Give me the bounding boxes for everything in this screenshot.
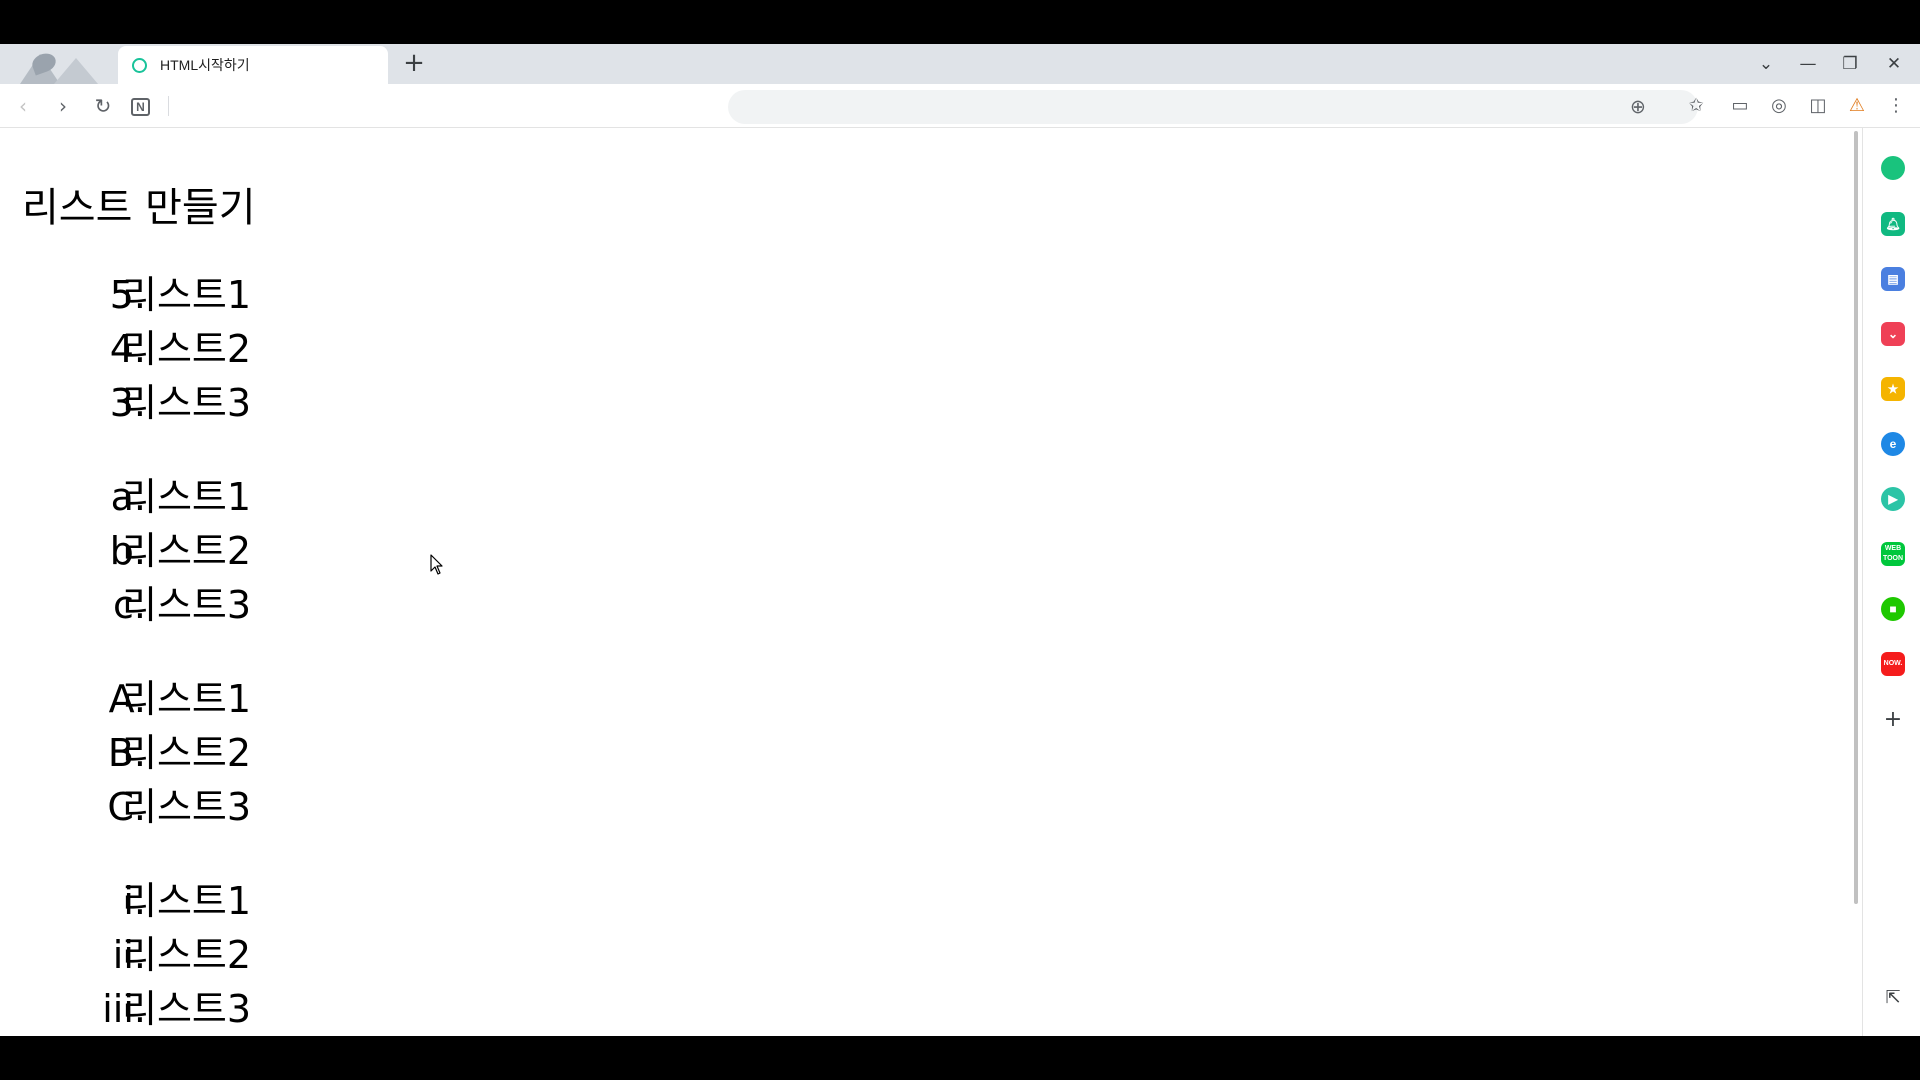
list-item-text: 리스트1	[122, 475, 252, 519]
favorites-star-icon[interactable]: ✩	[1680, 92, 1712, 120]
ordered-list-reversed: 5. 리스트1 4. 리스트2 3. 리스트3	[40, 268, 300, 430]
list-item-text: 리스트1	[122, 879, 252, 923]
ordered-list-lower-alpha: a. 리스트1 b. 리스트2 c. 리스트3	[40, 470, 300, 632]
screenshot-icon[interactable]: ◎	[1763, 92, 1795, 120]
restore-icon[interactable]: ❐	[1834, 50, 1866, 78]
video-capture-icon[interactable]: ▭	[1724, 92, 1756, 120]
naver-green-circle-icon[interactable]	[1881, 156, 1905, 180]
list-item-text: 리스트1	[122, 677, 252, 721]
forward-arrow-icon[interactable]: ›	[48, 92, 78, 120]
toolbar: ‹ › ↻ N ⊕ ✩ ▭ ◎ ◫ ⚠ ⋮	[0, 84, 1920, 128]
reload-icon[interactable]: ↻	[88, 92, 118, 120]
list-item: 3. 리스트3	[40, 376, 300, 430]
tab-title: HTML시작하기	[160, 57, 250, 73]
mouse-pointer-icon	[430, 554, 443, 575]
browser-theme-art	[0, 44, 116, 84]
list-item: A. 리스트1	[40, 672, 300, 726]
briefcase-app-icon[interactable]: ▤	[1881, 267, 1905, 291]
tab-strip: HTML시작하기 + ⌄ — ❐ ✕	[0, 44, 1920, 84]
back-arrow-icon[interactable]: ‹	[8, 92, 38, 120]
tab-search-chevron-down-icon[interactable]: ⌄	[1750, 50, 1782, 78]
zoom-icon[interactable]: ⊕	[1621, 90, 1655, 124]
tab-html-start[interactable]: HTML시작하기	[118, 46, 388, 84]
new-tab-button[interactable]: +	[398, 48, 430, 80]
list-item-text: 리스트1	[122, 273, 252, 317]
side-panel: 🔔︎ ▤ ⌄ ★ e ▶ WEB TOON ■ NOW. + ⇱	[1862, 128, 1920, 1036]
ordered-list-lower-roman: i. 리스트1 ii. 리스트2 iii. 리스트3	[40, 874, 300, 1036]
bell-app-icon[interactable]: 🔔︎	[1881, 212, 1905, 236]
webtoon-app-icon[interactable]: WEB TOON	[1881, 542, 1905, 566]
scrollbar[interactable]	[1852, 131, 1860, 904]
list-item: C. 리스트3	[40, 780, 300, 834]
list-item-text: 리스트3	[122, 381, 252, 425]
list-item-text: 리스트2	[122, 529, 252, 573]
warning-icon[interactable]: ⚠	[1841, 92, 1873, 120]
address-bar[interactable]: ⊕	[728, 90, 1698, 124]
close-icon[interactable]: ✕	[1878, 50, 1910, 78]
square-app-icon[interactable]: ■	[1881, 597, 1905, 621]
external-link-icon[interactable]: ⇱	[1881, 986, 1905, 1010]
pocket-app-icon[interactable]: ⌄	[1881, 322, 1905, 346]
menu-more-icon[interactable]: ⋮	[1880, 92, 1912, 120]
toolbar-divider	[168, 96, 169, 116]
list-item-text: 리스트2	[122, 933, 252, 977]
list-item: c. 리스트3	[40, 578, 300, 632]
browser-window: HTML시작하기 + ⌄ — ❐ ✕ ‹ › ↻ N ⊕ ✩ ▭ ◎ ◫ ⚠ ⋮…	[0, 44, 1920, 1036]
letterbox-top	[0, 0, 1920, 44]
list-item-text: 리스트2	[122, 327, 252, 371]
list-item: b. 리스트2	[40, 524, 300, 578]
list-item-text: 리스트3	[122, 583, 252, 627]
split-view-icon[interactable]: ◫	[1802, 92, 1834, 120]
minimize-icon[interactable]: —	[1792, 50, 1824, 78]
list-item: i. 리스트1	[40, 874, 300, 928]
list-item: iii. 리스트3	[40, 982, 300, 1036]
list-item: a. 리스트1	[40, 470, 300, 524]
now-app-icon[interactable]: NOW.	[1881, 652, 1905, 676]
tab-favicon-icon	[132, 58, 147, 73]
scrollbar-thumb[interactable]	[1854, 131, 1858, 904]
letterbox-bottom	[0, 1036, 1920, 1080]
edge-app-icon[interactable]: e	[1881, 432, 1905, 456]
list-item-text: 리스트2	[122, 731, 252, 775]
list-item-text: 리스트3	[122, 987, 252, 1031]
list-item: ii. 리스트2	[40, 928, 300, 982]
ordered-list-upper-alpha: A. 리스트1 B. 리스트2 C. 리스트3	[40, 672, 300, 834]
list-item-text: 리스트3	[122, 785, 252, 829]
list-item: 5. 리스트1	[40, 268, 300, 322]
add-sidebar-app-icon[interactable]: +	[1881, 708, 1905, 732]
star-app-icon[interactable]: ★	[1881, 377, 1905, 401]
list-item: B. 리스트2	[40, 726, 300, 780]
page-content: 리스트 만들기 5. 리스트1 4. 리스트2 3. 리스트3 a. 리스트1 b. 리스…	[0, 129, 1856, 1036]
page-title: 리스트 만들기	[22, 185, 256, 231]
naver-n-icon[interactable]: N	[131, 98, 150, 116]
list-item: 4. 리스트2	[40, 322, 300, 376]
play-app-icon[interactable]: ▶	[1881, 487, 1905, 511]
